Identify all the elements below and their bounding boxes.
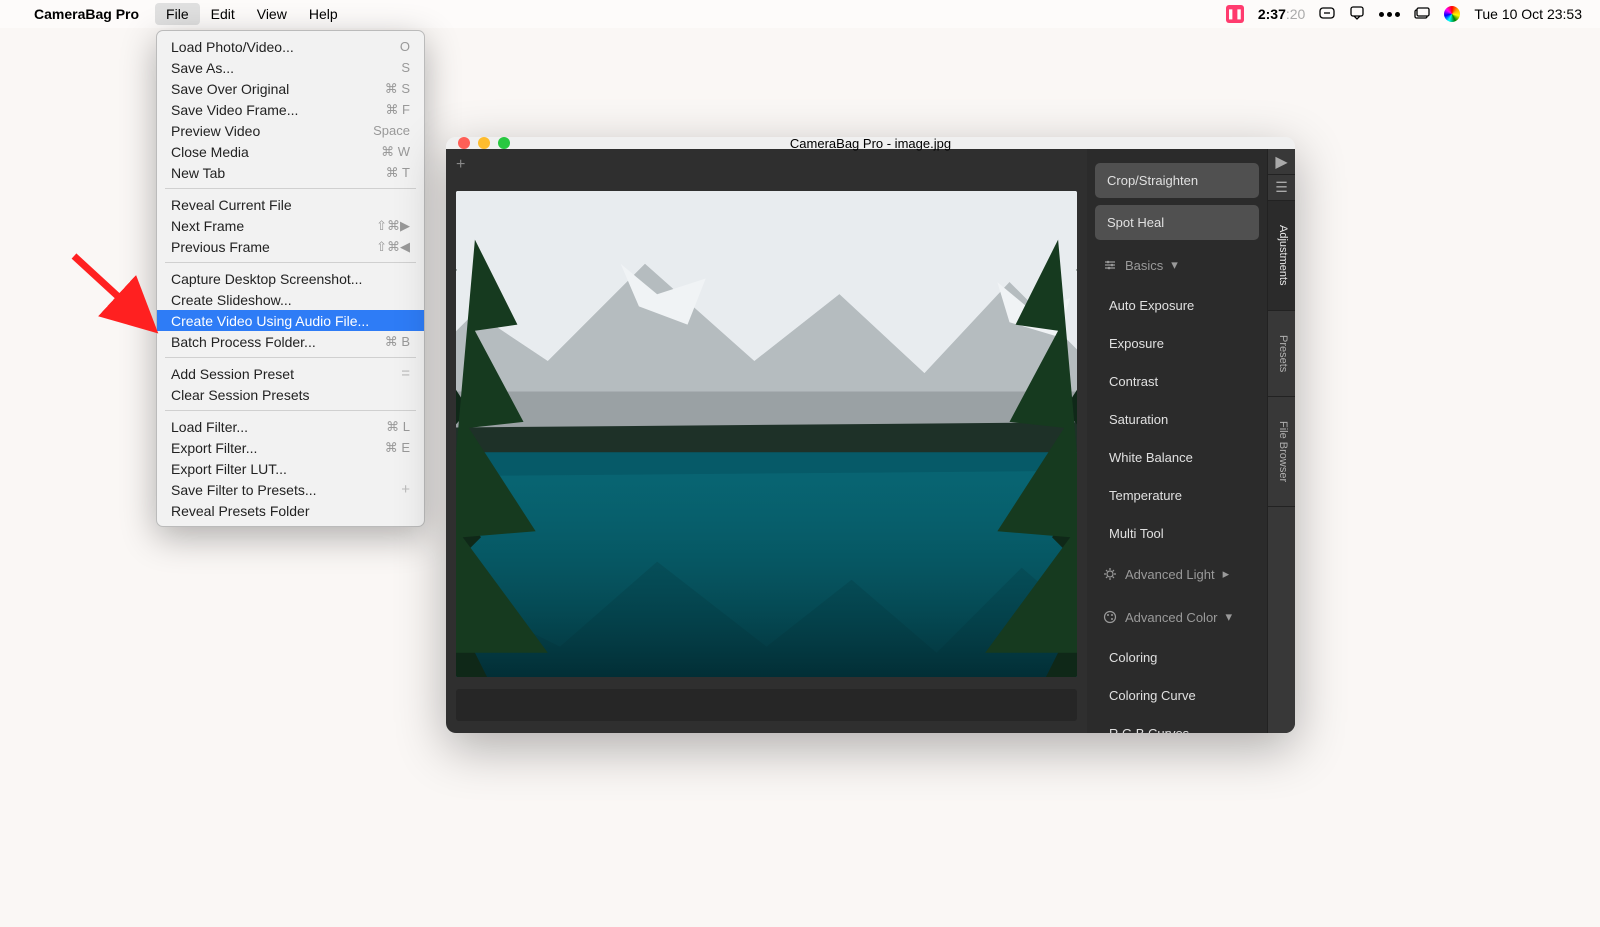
chevron-right-icon: ▸ bbox=[1223, 566, 1230, 582]
app-window: CameraBag Pro - image.jpg + bbox=[446, 137, 1295, 733]
multi-tool-item[interactable]: Multi Tool bbox=[1095, 518, 1259, 549]
chevron-down-icon: ▾ bbox=[1226, 609, 1233, 625]
menu-export-filter[interactable]: Export Filter...⌘ E bbox=[157, 437, 424, 458]
window-titlebar[interactable]: CameraBag Pro - image.jpg bbox=[446, 137, 1295, 149]
canvas-tabbar: + bbox=[446, 149, 1087, 181]
menu-close-media[interactable]: Close Media⌘ W bbox=[157, 141, 424, 162]
menubar-datetime[interactable]: Tue 10 Oct 23:53 bbox=[1474, 6, 1582, 22]
canvas-area: + bbox=[446, 149, 1087, 733]
annotation-arrow-icon bbox=[66, 248, 166, 348]
sun-icon bbox=[1103, 567, 1117, 581]
menu-create-slideshow[interactable]: Create Slideshow... bbox=[157, 289, 424, 310]
advanced-color-section-header[interactable]: Advanced Color ▾ bbox=[1095, 599, 1259, 635]
menu-capture-desktop-screenshot[interactable]: Capture Desktop Screenshot... bbox=[157, 268, 424, 289]
adjustments-sidebar: Crop/Straighten Spot Heal Basics ▾ Auto … bbox=[1087, 149, 1267, 733]
menu-preview-video[interactable]: Preview VideoSpace bbox=[157, 120, 424, 141]
menubar-icon-2[interactable] bbox=[1349, 5, 1365, 24]
menubar-right: ❚❚ 2:37:20 Tue 10 Oct 23:53 bbox=[1226, 5, 1582, 24]
hamburger-icon[interactable]: ☰ bbox=[1268, 175, 1295, 201]
app-name[interactable]: CameraBag Pro bbox=[34, 6, 139, 22]
menu-save-video-frame[interactable]: Save Video Frame...⌘ F bbox=[157, 99, 424, 120]
menu-clear-session-presets[interactable]: Clear Session Presets bbox=[157, 384, 424, 405]
menu-file[interactable]: File bbox=[155, 3, 200, 25]
sliders-icon bbox=[1103, 258, 1117, 272]
tab-presets[interactable]: Presets bbox=[1268, 311, 1295, 397]
menu-previous-frame[interactable]: Previous Frame⇧⌘◀ bbox=[157, 236, 424, 257]
menu-view[interactable]: View bbox=[246, 3, 298, 25]
menu-edit[interactable]: Edit bbox=[200, 3, 246, 25]
menubar-more-icon[interactable] bbox=[1379, 12, 1400, 17]
menu-new-tab[interactable]: New Tab⌘ T bbox=[157, 162, 424, 183]
image-preview[interactable] bbox=[456, 191, 1077, 677]
siri-icon[interactable] bbox=[1444, 6, 1460, 22]
menubar-icon-1[interactable] bbox=[1319, 5, 1335, 24]
exposure-item[interactable]: Exposure bbox=[1095, 328, 1259, 359]
right-tab-strip: ▶ ☰ Adjustments Presets File Browser bbox=[1267, 149, 1295, 733]
window-title: CameraBag Pro - image.jpg bbox=[446, 137, 1295, 151]
file-menu-dropdown: Load Photo/Video...O Save As...S Save Ov… bbox=[156, 30, 425, 527]
window-maximize-button[interactable] bbox=[498, 137, 510, 149]
basics-section-header[interactable]: Basics ▾ bbox=[1095, 247, 1259, 283]
menu-save-as[interactable]: Save As...S bbox=[157, 57, 424, 78]
window-traffic-lights bbox=[458, 137, 510, 149]
menu-reveal-presets-folder[interactable]: Reveal Presets Folder bbox=[157, 500, 424, 521]
menu-add-session-preset[interactable]: Add Session Preset= bbox=[157, 363, 424, 384]
canvas-main: ▼ ‹ › ⏻ ✕ bbox=[446, 181, 1087, 733]
tab-adjustments[interactable]: Adjustments bbox=[1268, 201, 1295, 311]
canvas-bottom-bar: ▼ ‹ › ⏻ ✕ bbox=[456, 729, 1077, 733]
coloring-item[interactable]: Coloring bbox=[1095, 642, 1259, 673]
menu-save-over-original[interactable]: Save Over Original⌘ S bbox=[157, 78, 424, 99]
menu-save-filter-to-presets[interactable]: Save Filter to Presets...+ bbox=[157, 479, 424, 500]
spot-heal-button[interactable]: Spot Heal bbox=[1095, 205, 1259, 240]
menu-export-filter-lut[interactable]: Export Filter LUT... bbox=[157, 458, 424, 479]
collapse-arrow-icon[interactable]: ▶ bbox=[1268, 149, 1295, 175]
menu-reveal-current-file[interactable]: Reveal Current File bbox=[157, 194, 424, 215]
menu-separator bbox=[165, 357, 416, 358]
contrast-item[interactable]: Contrast bbox=[1095, 366, 1259, 397]
coloring-curve-item[interactable]: Coloring Curve bbox=[1095, 680, 1259, 711]
menu-separator bbox=[165, 410, 416, 411]
menu-separator bbox=[165, 262, 416, 263]
rgb-curves-item[interactable]: R,G,B Curves bbox=[1095, 718, 1259, 733]
window-close-button[interactable] bbox=[458, 137, 470, 149]
timeline-bar[interactable] bbox=[456, 689, 1077, 721]
saturation-item[interactable]: Saturation bbox=[1095, 404, 1259, 435]
crop-straighten-button[interactable]: Crop/Straighten bbox=[1095, 163, 1259, 198]
app-body: + bbox=[446, 149, 1295, 733]
advanced-light-section-header[interactable]: Advanced Light ▸ bbox=[1095, 556, 1259, 592]
macos-menubar: CameraBag Pro File Edit View Help ❚❚ 2:3… bbox=[0, 0, 1600, 28]
window-minimize-button[interactable] bbox=[478, 137, 490, 149]
recording-time: 2:37:20 bbox=[1258, 6, 1306, 22]
menu-separator bbox=[165, 188, 416, 189]
menu-help[interactable]: Help bbox=[298, 3, 349, 25]
pause-recording-icon[interactable]: ❚❚ bbox=[1226, 5, 1244, 23]
auto-exposure-item[interactable]: Auto Exposure bbox=[1095, 290, 1259, 321]
white-balance-item[interactable]: White Balance bbox=[1095, 442, 1259, 473]
menubar-icon-3[interactable] bbox=[1414, 5, 1430, 24]
menu-next-frame[interactable]: Next Frame⇧⌘▶ bbox=[157, 215, 424, 236]
menu-batch-process-folder[interactable]: Batch Process Folder...⌘ B bbox=[157, 331, 424, 352]
add-tab-button[interactable]: + bbox=[456, 156, 465, 174]
tab-file-browser[interactable]: File Browser bbox=[1268, 397, 1295, 507]
menu-load-filter[interactable]: Load Filter...⌘ L bbox=[157, 416, 424, 437]
chevron-down-icon: ▾ bbox=[1171, 257, 1178, 273]
menu-create-video-using-audio-file[interactable]: Create Video Using Audio File... bbox=[157, 310, 424, 331]
temperature-item[interactable]: Temperature bbox=[1095, 480, 1259, 511]
menu-load-photo[interactable]: Load Photo/Video...O bbox=[157, 36, 424, 57]
palette-icon bbox=[1103, 610, 1117, 624]
